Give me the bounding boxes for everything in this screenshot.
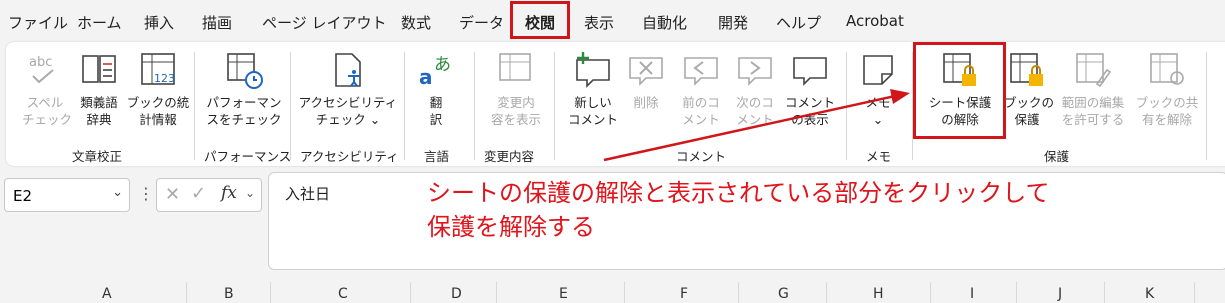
column-divider[interactable] [930,282,931,303]
spell-check-icon: abc [29,55,54,84]
tab-data[interactable]: データ [459,12,504,33]
chevron-down-icon: ⌄ [112,185,123,200]
previous-comment-icon [684,57,718,86]
previous-comment-button[interactable]: 前のコ メント [676,50,726,128]
next-comment-icon [738,57,772,86]
performance-icon [227,53,263,89]
allow-edit-ranges-button[interactable]: 範囲の編集 を許可する [1054,50,1132,128]
group-separator [474,52,475,160]
unshare-icon [1150,53,1184,85]
tab-automate[interactable]: 自動化 [642,12,687,33]
group-separator [554,52,555,160]
column-divider[interactable] [410,282,411,303]
delete-comment-icon [629,57,663,86]
workbook-lock-icon [1010,53,1043,86]
column-divider[interactable] [186,282,187,303]
group-separator [194,52,195,160]
column-header[interactable]: B [224,286,234,302]
group-label-comments: コメント [676,149,727,164]
show-changes-icon [499,53,531,81]
group-label-performance: パフォーマンス [204,149,292,164]
column-header[interactable]: E [559,286,568,302]
unprotect-highlight-box [913,42,1006,139]
memo-button[interactable]: メモ ⌄ [856,50,900,128]
tab-formulas[interactable]: 数式 [401,12,431,33]
group-separator [846,52,847,160]
show-comments-icon [793,57,827,86]
enter-icon[interactable]: ✓ [191,183,206,204]
delete-comment-button[interactable]: 削除 [624,50,668,111]
group-label-changes: 変更内容 [484,149,535,164]
check-performance-button[interactable]: パフォーマン スをチェック [203,50,285,128]
tab-draw[interactable]: 描画 [202,12,232,33]
group-label-accessibility: アクセシビリティ [300,149,399,164]
book-icon [82,55,116,83]
tab-insert[interactable]: 挿入 [144,12,174,33]
column-header[interactable]: G [778,286,789,302]
tab-acrobat[interactable]: Acrobat [846,12,904,30]
edit-range-icon [1076,53,1112,88]
insert-function-icon[interactable]: fx [221,183,237,203]
stats-grid-icon: 123 [141,53,175,85]
check-accessibility-button[interactable]: アクセシビリティ チェック ⌄ [296,50,400,128]
chevron-down-icon: ⌄ [245,186,256,200]
group-label-proofing: 文章校正 [72,149,123,164]
next-comment-button[interactable]: 次のコ メント [730,50,780,128]
group-label-protect: 保護 [1044,149,1070,164]
column-divider[interactable] [1194,282,1195,303]
spell-check-button[interactable]: abc スペル チェック [22,50,72,128]
tab-developer[interactable]: 開発 [718,12,748,33]
column-header[interactable]: D [451,286,462,302]
translate-icon: aあ [419,55,451,89]
group-separator [1206,52,1207,160]
column-header[interactable]: A [102,286,112,302]
thesaurus-button[interactable]: 類義語 辞典 [74,50,124,128]
column-divider[interactable] [496,282,497,303]
column-divider[interactable] [624,282,625,303]
column-header[interactable]: I [970,286,974,302]
review-tab-highlight [510,1,570,39]
more-options-icon[interactable]: ⋮ [138,184,154,203]
new-comment-button[interactable]: 新しい コメント [564,50,622,128]
note-icon [863,55,893,85]
tab-help[interactable]: ヘルプ [776,12,821,33]
accessibility-icon [335,53,361,87]
formula-controls: ✕ ✓ fx ⌄ [156,178,262,212]
cancel-icon[interactable]: ✕ [165,184,180,205]
protect-workbook-button[interactable]: ブックの 保護 [1004,50,1054,128]
column-header[interactable]: K [1145,286,1154,302]
group-separator [404,52,405,160]
new-comment-icon [576,52,610,88]
svg-text:あ: あ [434,55,451,75]
annotation-text: シートの保護の解除と表示されている部分をクリックして 保護を解除する [427,179,1050,241]
show-changes-button[interactable]: 変更内 容を表示 [484,50,548,128]
tab-page-layout[interactable]: ページ レイアウト [262,12,386,33]
ribbon-tabs: ファイル ホーム 挿入 描画 ページ レイアウト 数式 データ 校閲 表示 自動… [0,0,1225,42]
column-header[interactable]: J [1058,286,1062,302]
svg-text:123: 123 [154,72,175,85]
column-divider[interactable] [1104,282,1105,303]
column-divider[interactable] [1016,282,1017,303]
column-header[interactable]: F [680,286,688,302]
tab-file[interactable]: ファイル [8,12,68,33]
name-box[interactable]: E2 ⌄ [4,178,130,212]
tab-home[interactable]: ホーム [77,12,122,33]
show-comments-button[interactable]: コメント の表示 [782,50,838,128]
group-separator [290,52,291,160]
column-divider[interactable] [738,282,739,303]
column-header-row: A B C D E F G H I J K [0,280,1225,303]
svg-text:abc: abc [29,55,52,70]
tab-view[interactable]: 表示 [584,12,614,33]
column-header[interactable]: H [873,286,884,302]
column-header[interactable]: C [338,286,348,302]
workbook-stats-button[interactable]: 123 ブックの統 計情報 [126,50,190,128]
column-divider[interactable] [270,282,271,303]
translate-button[interactable]: aあ 翻 訳 [414,50,458,128]
svg-text:a: a [419,65,433,89]
column-divider[interactable] [826,282,827,303]
group-label-notes: メモ [866,149,892,164]
group-label-language: 言語 [424,149,450,164]
unshare-workbook-button[interactable]: ブックの共 有を解除 [1134,50,1200,128]
